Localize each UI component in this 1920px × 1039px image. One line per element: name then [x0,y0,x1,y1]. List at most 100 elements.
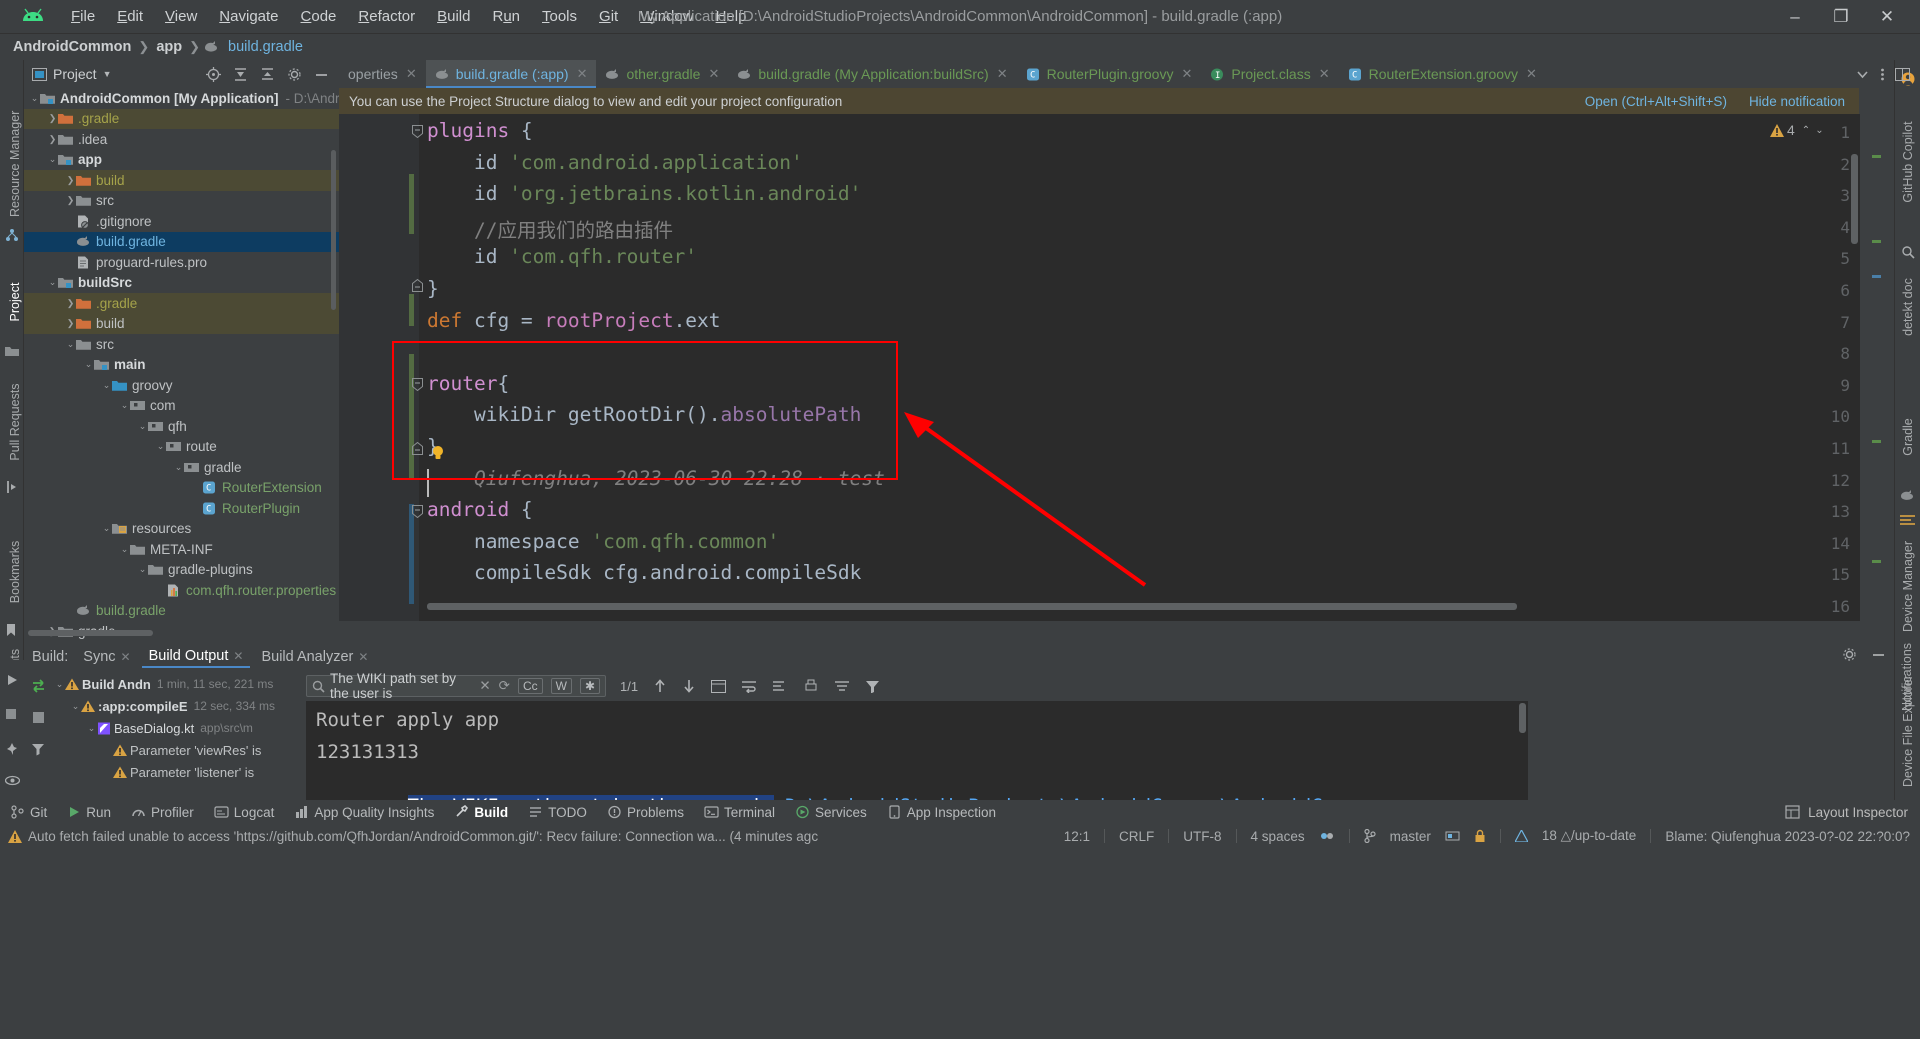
strip-resource-manager[interactable]: Resource Manager [8,111,22,217]
chevron-down-icon[interactable]: ⌄ [101,380,112,391]
tab-list-icon[interactable] [1855,68,1870,81]
main-menu[interactable]: File Edit View Navigate Code Refactor Bu… [60,5,757,28]
breadcrumb-project[interactable]: AndroidCommon [10,39,134,55]
tree-item-com-qfh-router-properties[interactable]: com.qfh.router.properties [24,580,339,601]
tree-item--gitignore[interactable]: .gitignore [24,211,339,232]
notification-open-link[interactable]: Open (Ctrl+Alt+Shift+S) [1585,94,1727,109]
file-encoding[interactable]: UTF-8 [1183,829,1221,844]
more-options-icon[interactable] [1880,67,1885,82]
bottom-bar-item-todo[interactable]: TODO [518,805,597,820]
editor-vscrollbar[interactable] [1851,154,1858,244]
console-line-match[interactable]: The WIKI path set by the user is:D:\Andr… [316,773,1380,801]
tree-item-resources[interactable]: ⌄ resources [24,519,339,540]
strip-detekt-doc[interactable]: detekt doc [1901,262,1915,352]
tree-item-build-gradle[interactable]: build.gradle [24,601,339,622]
previous-match-icon[interactable] [653,679,667,693]
build-tab-build-analyzer[interactable]: Build Analyzer ✕ [254,647,375,667]
tree-item-groovy[interactable]: ⌄ groovy [24,375,339,396]
close-icon[interactable]: ✕ [121,650,131,664]
breadcrumb-file[interactable]: build.gradle [225,39,306,55]
hide-panel-icon[interactable] [314,67,329,82]
editor-gutter[interactable] [339,114,419,621]
bookmark-icon[interactable] [5,623,19,637]
git-branch-name[interactable]: master [1390,829,1431,844]
bottom-tool-window-bar[interactable]: Git Run Profiler Logcat App Quality Insights… [0,800,1920,824]
chevron-down-icon[interactable]: ⌄ [47,277,58,288]
inspection-toggle-icon[interactable] [1319,829,1335,843]
project-tree-scrollbar[interactable] [331,150,336,310]
build-tree-row[interactable]: Parameter 'listener' is [54,761,299,783]
menu-file[interactable]: File [60,5,106,28]
stop-square-icon[interactable] [5,708,19,722]
chevron-right-icon[interactable]: ❯ [65,195,76,206]
chevron-down-icon[interactable]: ⌄ [47,154,58,165]
code-line[interactable]: router{ [427,372,509,395]
strip-gradle[interactable]: Gradle [1901,392,1915,482]
tree-item-meta-inf[interactable]: ⌄ META-INF [24,539,339,560]
chevron-down-icon[interactable]: ⌄ [137,564,148,575]
tree-item--gradle[interactable]: ❯ .gradle [24,293,339,314]
window-controls[interactable]: – ❐ ✕ [1772,0,1910,34]
project-tree[interactable]: ⌄ AndroidCommon [My Application] - D:\Andr… [24,88,339,643]
pin-icon[interactable] [5,742,19,756]
error-stripe-marker[interactable] [1872,440,1881,443]
build-tool-window[interactable]: Build: Sync ✕ Build Output ✕ Build Analy… [24,643,1894,801]
tree-item-build[interactable]: ❯ build [24,170,339,191]
chevron-down-icon[interactable]: ⌄ [65,339,76,350]
close-button[interactable]: ✕ [1864,0,1910,34]
close-tab-icon[interactable]: ✕ [708,66,719,82]
close-tab-icon[interactable]: ✕ [1319,66,1330,82]
strip-notifications[interactable]: Notifications [1900,632,1914,722]
close-tab-icon[interactable]: ✕ [577,66,588,82]
code-lines[interactable]: plugins { id 'com.android.application' i… [419,114,1860,621]
code-line[interactable]: android { [427,498,533,521]
next-match-icon[interactable] [682,679,696,693]
rerun-icon[interactable] [31,679,46,693]
tree-item-gradle-plugins[interactable]: ⌄ gradle-plugins [24,560,339,581]
chevron-up-icon[interactable]: ⌃ [1802,125,1810,136]
git-sync-status[interactable]: 18 △/up-to-date [1542,828,1636,844]
bottom-bar-item-build[interactable]: Build [444,805,518,820]
list-lines-icon[interactable] [1899,513,1917,527]
chevron-down-icon[interactable]: ⌄ [83,359,94,370]
editor-tab-build-gradle-my-application-buildsrc-[interactable]: build.gradle (My Application:buildSrc) ✕ [728,60,1016,88]
editor-tab-routerextension-groovy[interactable]: C RouterExtension.groovy ✕ [1339,60,1546,88]
project-tree-hscrollbar[interactable] [28,630,153,636]
build-tab-build-output[interactable]: Build Output ✕ [141,646,251,668]
strip-device-manager[interactable]: Device Manager [1901,541,1915,632]
match-case-chip[interactable]: Cc [517,678,543,694]
eye-icon[interactable] [5,775,20,789]
chevron-down-icon[interactable]: ⌄ [155,441,166,452]
expand-all-icon[interactable] [233,67,248,82]
soft-wrap-icon[interactable] [741,679,757,693]
breadcrumb[interactable]: AndroidCommon ❯ app ❯ build.gradle [0,39,306,55]
menu-help[interactable]: Help [705,5,758,28]
strip-bookmarks[interactable]: Bookmarks [8,527,22,617]
regex-chip[interactable]: ✱ [579,678,600,694]
open-in-editor-icon[interactable] [711,679,727,693]
code-line[interactable]: } [427,277,439,300]
build-output-tree[interactable]: ⌄ Build Andn 1 min, 11 sec, 221 ms ⌄:app:co… [54,673,299,798]
bottom-bar-item-profiler[interactable]: Profiler [121,805,204,820]
menu-run[interactable]: Run [481,5,531,28]
code-line[interactable]: def cfg = rootProject.ext [427,309,721,332]
bottom-bar-item-app-quality-insights[interactable]: App Quality Insights [284,805,444,820]
bottom-bar-item-app-inspection[interactable]: App Inspection [877,805,1006,820]
menu-refactor[interactable]: Refactor [347,5,426,28]
error-stripe-marker[interactable] [1872,240,1881,243]
error-stripe-marker[interactable] [1872,155,1881,158]
hide-panel-icon[interactable] [1871,647,1886,662]
tree-item-routerplugin[interactable]: C RouterPlugin [24,498,339,519]
caret-position[interactable]: 12:1 [1064,829,1090,844]
search-input[interactable]: The WIKI path set by the user is ✕ ⟳ Cc … [306,671,606,701]
chevron-right-icon[interactable]: ❯ [65,298,76,309]
bottom-bar-item-problems[interactable]: Problems [597,805,694,820]
filter-funnel-icon[interactable] [865,679,880,693]
inspection-status-badge[interactable]: 4 ⌃ ⌄ [1770,122,1824,138]
tree-item-src[interactable]: ❯ src [24,191,339,212]
code-line[interactable]: compileSdk cfg.android.compileSdk [427,561,861,584]
memory-indicator-icon[interactable] [1445,829,1460,843]
menu-tools[interactable]: Tools [531,5,588,28]
tree-item-com[interactable]: ⌄ com [24,396,339,417]
code-line[interactable]: Qiufenghua, 2023-06-30 22:28 · test [427,467,885,490]
